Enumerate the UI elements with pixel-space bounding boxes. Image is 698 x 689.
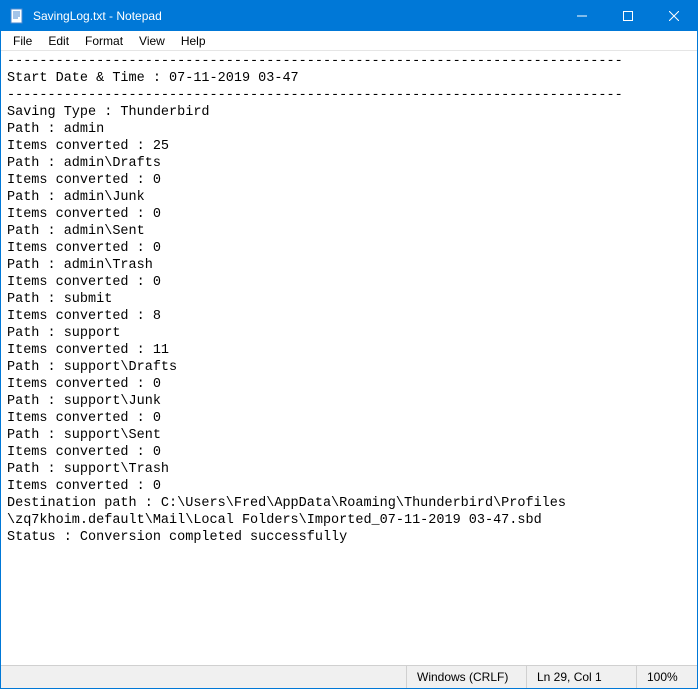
statusbar: Windows (CRLF) Ln 29, Col 1 100% bbox=[1, 665, 697, 688]
window-controls bbox=[559, 1, 697, 31]
window-title: SavingLog.txt - Notepad bbox=[31, 9, 559, 23]
menu-edit[interactable]: Edit bbox=[40, 33, 77, 49]
status-zoom: 100% bbox=[637, 666, 697, 688]
close-button[interactable] bbox=[651, 1, 697, 31]
status-encoding: Windows (CRLF) bbox=[407, 666, 527, 688]
menu-format[interactable]: Format bbox=[77, 33, 131, 49]
notepad-icon bbox=[9, 8, 25, 24]
menu-help[interactable]: Help bbox=[173, 33, 214, 49]
menubar: File Edit Format View Help bbox=[1, 31, 697, 51]
statusbar-spacer bbox=[1, 666, 407, 688]
menu-view[interactable]: View bbox=[131, 33, 173, 49]
minimize-button[interactable] bbox=[559, 1, 605, 31]
text-editor[interactable]: ----------------------------------------… bbox=[1, 51, 697, 665]
status-position: Ln 29, Col 1 bbox=[527, 666, 637, 688]
titlebar[interactable]: SavingLog.txt - Notepad bbox=[1, 1, 697, 31]
maximize-button[interactable] bbox=[605, 1, 651, 31]
menu-file[interactable]: File bbox=[5, 33, 40, 49]
